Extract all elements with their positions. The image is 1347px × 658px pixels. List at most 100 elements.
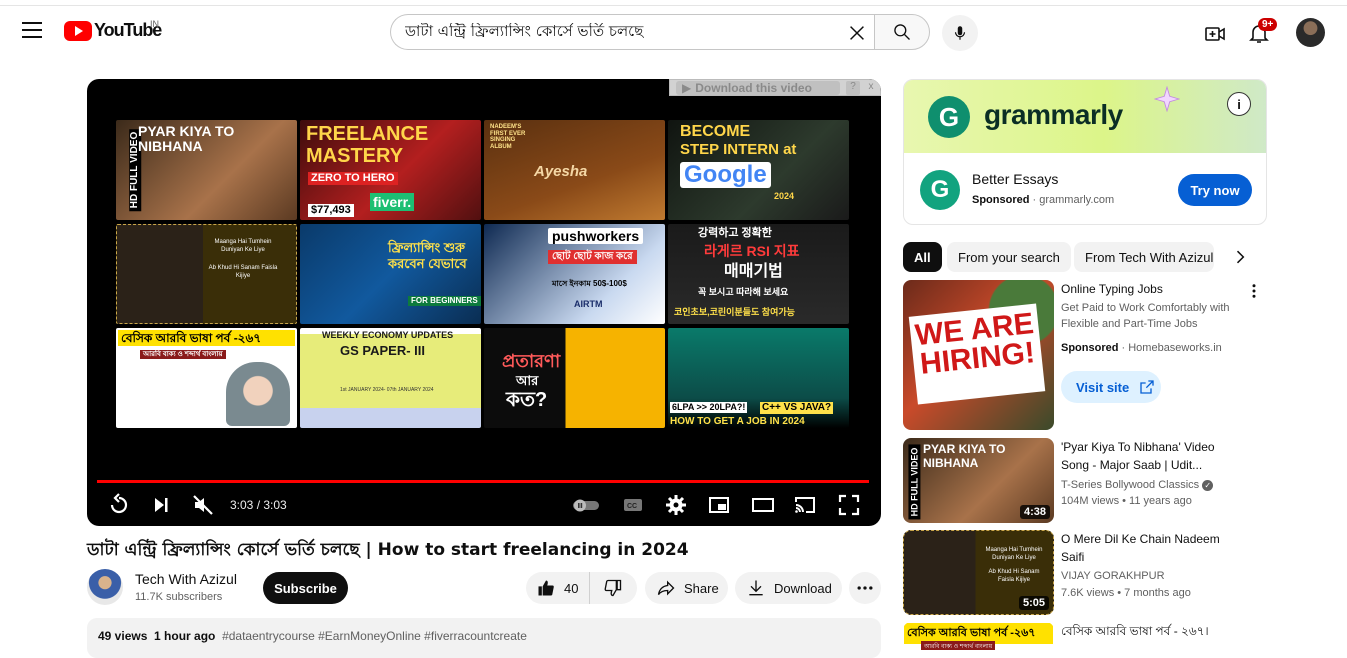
end-screen-video[interactable]: 강력하고 정확한 라게르 RSI 지표 매매기법 꼭 보시고 따라해 보세요 코… (668, 224, 849, 324)
download-this-video-button[interactable]: ▶ Download this video (676, 81, 840, 95)
autoplay-toggle-icon[interactable] (571, 493, 601, 517)
end-screen-video[interactable]: 6LPA >> 20LPA?! C++ VS JAVA? HOW TO GET … (668, 328, 849, 428)
rec-thumbnail[interactable]: WE ARE HIRING! (903, 280, 1054, 430)
end-screen-video[interactable]: বেসিক আরবি ভাষা পর্ব -২৬৭ আরবি বাক্য ও শ… (116, 328, 297, 428)
like-dislike-group: 40 (526, 572, 637, 604)
end-screen-video[interactable]: HD FULL VIDEO PYAR KIYA TO NIBHANA (116, 120, 297, 220)
tile-line: আর (516, 373, 539, 388)
end-screen-video[interactable]: NADEEM'S FIRST EVER SINGING ALBUM Ayesha (484, 120, 665, 220)
tile-line: Ayesha (534, 163, 588, 180)
try-now-button[interactable]: Try now (1178, 174, 1252, 206)
end-screen-video[interactable]: WEEKLY ECONOMY UPDATES GS PAPER- III 1st… (300, 328, 481, 428)
theater-mode-icon[interactable] (751, 493, 775, 517)
video-player[interactable]: ▶ Download this video ? x HD FULL VIDEO P… (87, 79, 881, 526)
share-button[interactable]: Share (645, 572, 728, 604)
settings-gear-icon[interactable] (664, 493, 688, 517)
next-video-icon[interactable] (149, 493, 173, 517)
end-screen-video[interactable]: pushworkers ছোট ছোট কাজ করে মাসে ইনকাম 5… (484, 224, 665, 324)
rec-thumb-line: আরবি বাক্য ও শব্দার্থ বাংলায় (921, 641, 996, 650)
voice-search-button[interactable] (942, 15, 978, 51)
end-screen-video[interactable]: BECOME STEP INTERN at Google 2024 (668, 120, 849, 220)
ad-info-button[interactable]: i (1227, 92, 1251, 116)
rec-title[interactable]: বেসিক আরবি ভাষা পর্ব - ২৬৭। (1061, 622, 1241, 640)
search-input[interactable] (405, 23, 845, 41)
chip-all[interactable]: All (903, 242, 942, 272)
rec-title[interactable]: Online Typing Jobs (1061, 280, 1241, 298)
progress-bar[interactable] (97, 480, 869, 483)
sponsored-recommendation[interactable]: WE ARE HIRING! Online Typing Jobs Get Pa… (903, 280, 1267, 430)
channel-avatar[interactable] (87, 569, 123, 605)
rec-domain: Homebaseworks.in (1128, 342, 1222, 354)
search-icon (894, 24, 910, 40)
subscribe-button[interactable]: Subscribe (263, 572, 348, 604)
rec-thumbnail[interactable]: HD FULL VIDEO PYAR KIYA TO NIBHANA 4:38 (903, 438, 1054, 523)
recommendation-item[interactable]: বেসিক আরবি ভাষা পর্ব -২৬৭ আরবি বাক্য ও শ… (903, 622, 1267, 650)
rec-sponsor-line: Sponsored · Homebaseworks.in (1061, 342, 1222, 354)
more-vertical-icon[interactable] (1245, 282, 1263, 300)
rec-thumbnail[interactable]: বেসিক আরবি ভাষা পর্ব -২৬৭ আরবি বাক্য ও শ… (903, 622, 1054, 650)
account-avatar[interactable] (1296, 18, 1325, 47)
cast-icon[interactable] (793, 493, 817, 517)
grammarly-avatar-icon: G (920, 170, 960, 210)
tile-line: 6LPA >> 20LPA?! (670, 402, 748, 413)
rec-meta: 7.6K views • 7 months ago (1061, 587, 1191, 599)
tile-line: আরবি বাক্য ও শব্দার্থ বাংলায় (140, 350, 226, 359)
end-screen-video[interactable]: ফ্রিল্যান্সিং শুরু করবেন যেভাবে FOR BEGI… (300, 224, 481, 324)
captions-icon[interactable]: CC (621, 493, 645, 517)
channel-name[interactable]: Tech With Azizul (135, 571, 237, 587)
download-this-video-label: Download this video (695, 81, 812, 95)
description-box[interactable]: 49 views 1 hour ago #dataentrycourse #Ea… (87, 618, 881, 658)
more-horizontal-icon (857, 586, 873, 590)
recommendation-item[interactable]: Maanga Hai Tumhein Duniyan Ke Liye Ab Kh… (903, 530, 1267, 615)
recommendation-item[interactable]: HD FULL VIDEO PYAR KIYA TO NIBHANA 4:38 … (903, 438, 1267, 523)
ad-banner[interactable]: G grammarly i (904, 80, 1266, 153)
chip-from-your-search[interactable]: From your search (947, 242, 1071, 272)
download-button[interactable]: Download (735, 572, 842, 604)
tile-line: FOR BEGINNERS (408, 296, 481, 306)
chip-from-channel[interactable]: From Tech With Azizul (1074, 242, 1214, 272)
miniplayer-icon[interactable] (707, 493, 731, 517)
visit-site-button[interactable]: Visit site (1061, 371, 1161, 403)
download-label: Download (774, 580, 832, 596)
download-close-button[interactable]: x (864, 81, 878, 95)
replay-icon[interactable] (107, 493, 131, 517)
chevron-right-icon[interactable] (1230, 247, 1250, 267)
youtube-logo[interactable]: YouTube (64, 20, 162, 41)
dislike-button[interactable] (590, 572, 636, 604)
end-screen-video[interactable]: FREELANCE MASTERY ZERO TO HERO $77,493 f… (300, 120, 481, 220)
download-help-button[interactable]: ? (846, 81, 860, 95)
grammarly-ad[interactable]: G grammarly i G Better Essays Sponsored … (903, 79, 1267, 225)
rec-channel[interactable]: VIJAY GORAKHPUR (1061, 570, 1165, 582)
rec-channel[interactable]: T-Series Bollywood Classics ✓ (1061, 479, 1214, 491)
end-screen-grid: HD FULL VIDEO PYAR KIYA TO NIBHANA FREEL… (116, 120, 852, 430)
tile-line: pushworkers (548, 228, 644, 244)
ad-brand-name: grammarly (984, 99, 1123, 130)
hiring-sign: WE ARE HIRING! (908, 303, 1046, 405)
rec-title[interactable]: 'Pyar Kiya To Nibhana' Video Song - Majo… (1061, 438, 1241, 474)
tile-line: STEP INTERN at (680, 141, 797, 158)
svg-text:CC: CC (627, 503, 637, 510)
create-video-icon[interactable] (1203, 22, 1227, 46)
mute-icon[interactable] (191, 493, 215, 517)
tile-line: HOW TO GET A JOB IN 2024 (670, 416, 805, 427)
description-hashtags[interactable]: #dataentrycourse #EarnMoneyOnline #fiver… (222, 629, 527, 643)
tile-line: PYAR KIYA TO (138, 123, 235, 139)
tile-line: FREELANCE (306, 123, 429, 145)
search-button[interactable] (874, 14, 930, 50)
video-title: ডাটা এন্ট্রি ফ্রিল্যান্সিং কোর্সে ভর্তি … (87, 540, 689, 560)
more-actions-button[interactable] (849, 572, 881, 604)
tile-line: GS PAPER- III (340, 343, 425, 358)
end-screen-video[interactable]: Maanga Hai Tumhein Duniyan Ke Liye Ab Kh… (116, 224, 297, 324)
menu-icon[interactable] (22, 22, 42, 38)
rec-thumbnail[interactable]: Maanga Hai Tumhein Duniyan Ke Liye Ab Kh… (903, 530, 1054, 615)
youtube-play-icon (64, 20, 92, 41)
fullscreen-icon[interactable] (837, 493, 861, 517)
clear-search-icon[interactable] (846, 22, 868, 44)
country-code: IN (150, 19, 159, 29)
rec-title[interactable]: O Mere Dil Ke Chain Nadeem Saifi (1061, 530, 1241, 566)
tile-line: 매매기법 (724, 263, 783, 280)
like-button[interactable]: 40 (526, 572, 590, 604)
rec-thumb-line: Ab Khud Hi Sanam Faisla Kijiye (988, 569, 1040, 583)
tile-line: BECOME (680, 123, 751, 140)
end-screen-video[interactable]: প্রতারণা আর কত? (484, 328, 665, 428)
